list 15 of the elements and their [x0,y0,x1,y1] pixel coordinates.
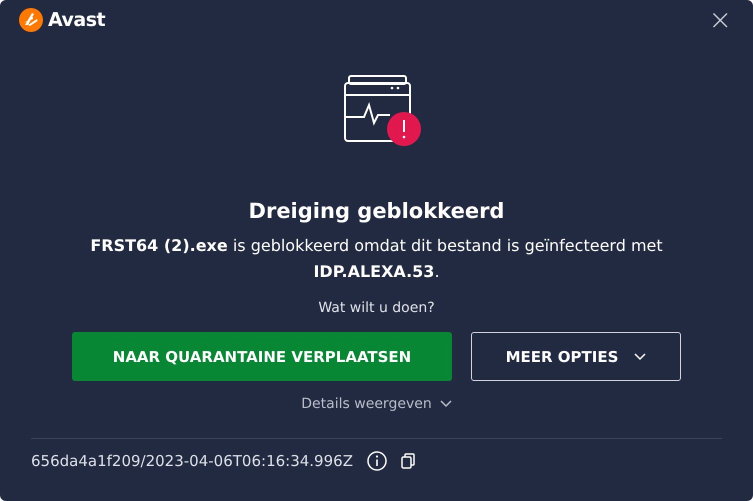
chevron-down-icon [440,400,452,408]
question-text: Wat wilt u doen? [318,300,435,316]
info-icon[interactable] [366,451,387,471]
close-button[interactable]: × [706,6,734,34]
more-options-button[interactable]: MEER OPTIES [471,332,681,381]
logo-icon [19,8,43,32]
alert-message: FRST64 (2).exe is geblokkeerd omdat dit bestand is geïnfecteerd met IDP.ALEXA.53. [89,235,664,283]
details-link[interactable]: Details weergeven [301,396,452,412]
scan-id-text: 656da4a1f209/2023-04-06T06:16:34.996Z [31,452,353,470]
chevron-down-icon [634,352,646,360]
copy-icon[interactable] [400,453,415,469]
alert-title: Dreiging geblokkeerd [248,199,504,223]
threat-monitor-icon [344,75,424,147]
app-name: Avast [48,9,106,31]
quarantine-button[interactable]: NAAR QUARANTAINE VERPLAATSEN [72,332,452,381]
